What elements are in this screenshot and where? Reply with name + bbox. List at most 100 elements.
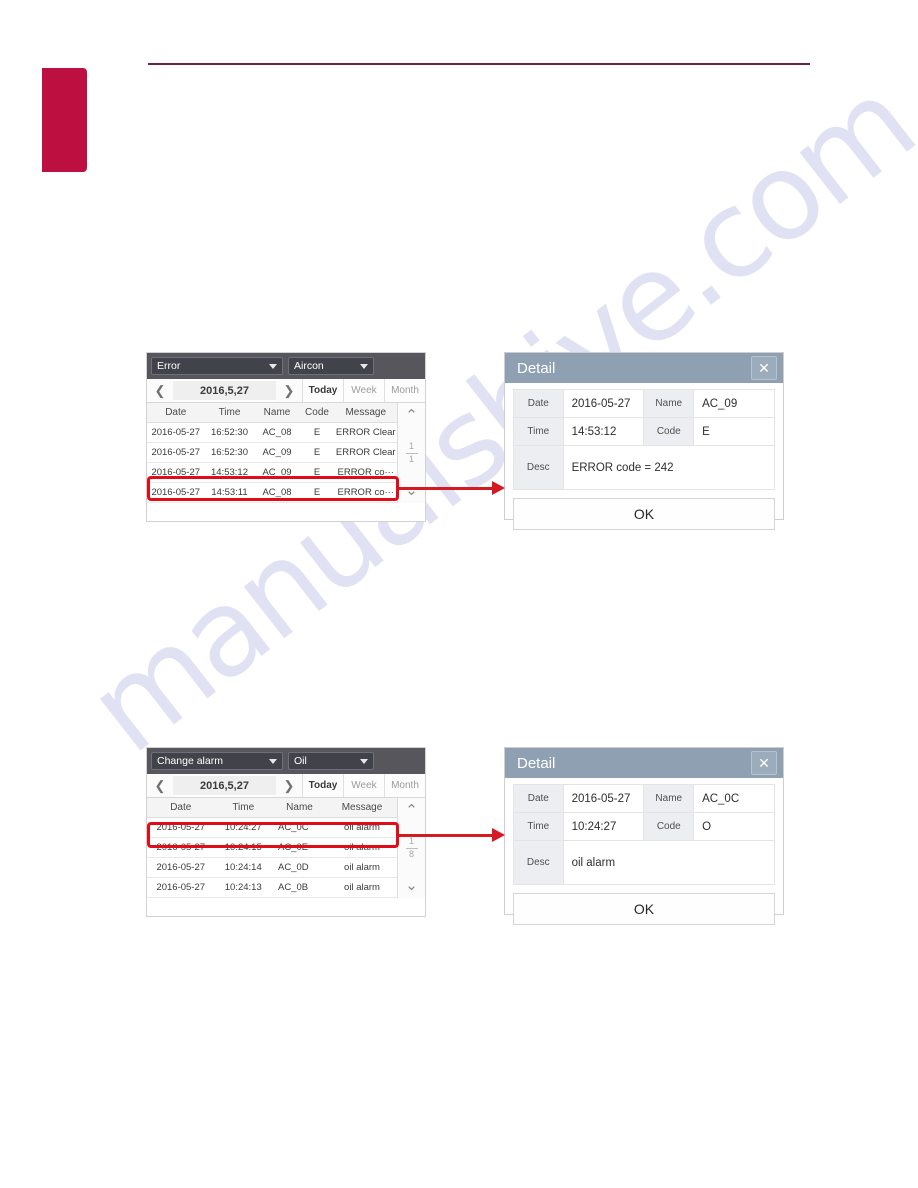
column-header-code: Code xyxy=(299,403,335,423)
cell-code: E xyxy=(299,442,335,463)
chevron-down-icon[interactable]: ⌄ xyxy=(405,481,418,500)
cell-name: AC_09 xyxy=(254,462,300,483)
column-header-time: Time xyxy=(204,403,255,423)
dropdown-log-type[interactable]: Change alarm xyxy=(151,752,283,770)
range-month-button[interactable]: Month xyxy=(384,774,425,797)
dialog-title: Detail xyxy=(517,754,556,772)
error-log-table: Date Time Name Code Message 2016-05-27 1… xyxy=(147,403,397,503)
cell-message: ERROR co··· xyxy=(334,482,397,503)
value-desc: ERROR code = 242 xyxy=(562,445,776,490)
current-date-label[interactable]: 2016,5,27 xyxy=(173,776,276,795)
cell-name: AC_0B xyxy=(272,877,327,898)
date-nav-bar: ❮ 2016,5,27 ❯ Today Week Month xyxy=(147,774,425,798)
column-header-message: Message xyxy=(327,798,397,818)
detail-row-time-code: Time 14:53:12 Code E xyxy=(513,417,775,446)
table-row[interactable]: 2016-05-27 16:52:30 AC_09 E ERROR Clear xyxy=(147,442,397,463)
cell-date: 2016-05-27 xyxy=(147,817,215,838)
label-time: Time xyxy=(513,417,564,446)
prev-date-button[interactable]: ❮ xyxy=(147,379,173,402)
cell-code: E xyxy=(299,422,335,443)
table-header-row: Date Time Name Code Message xyxy=(147,403,397,423)
cell-time: 10:24:13 xyxy=(214,877,272,898)
selector-bar: Change alarm Oil xyxy=(147,748,425,774)
value-desc: oil alarm xyxy=(562,840,776,885)
label-name: Name xyxy=(643,784,695,813)
page-side-tab xyxy=(42,68,87,172)
value-time: 10:24:27 xyxy=(562,812,645,841)
range-today-button[interactable]: Today xyxy=(302,774,343,797)
cell-name: AC_09 xyxy=(254,442,300,463)
cell-time: 16:52:30 xyxy=(204,422,255,443)
scroll-rail: ⌃ 1 8 ⌄ xyxy=(397,798,425,898)
dropdown-device-type[interactable]: Aircon xyxy=(288,357,374,375)
table-row[interactable]: 2016-05-27 10:24:15 AC_0E oil alarm xyxy=(147,837,397,858)
connector-arrowhead xyxy=(492,828,505,842)
page-total: 1 xyxy=(408,453,414,464)
cell-date: 2016-05-27 xyxy=(147,877,215,898)
detail-row-date-name: Date 2016-05-27 Name AC_0C xyxy=(513,784,775,813)
chevron-down-icon xyxy=(269,758,277,764)
selector-bar: Error Aircon xyxy=(147,353,425,379)
label-code: Code xyxy=(643,417,695,446)
range-today-button[interactable]: Today xyxy=(302,379,343,402)
table-row[interactable]: 2016-05-27 10:24:13 AC_0B oil alarm xyxy=(147,877,397,898)
range-week-button[interactable]: Week xyxy=(343,379,384,402)
close-icon[interactable]: ✕ xyxy=(751,356,777,380)
change-alarm-list-panel: Change alarm Oil ❮ 2016,5,27 ❯ Today Wee… xyxy=(146,747,426,917)
page-indicator: 1 1 xyxy=(405,441,418,464)
value-code: O xyxy=(693,812,775,841)
range-month-button[interactable]: Month xyxy=(384,379,425,402)
table-row[interactable]: 2016-05-27 14:53:11 AC_08 E ERROR co··· xyxy=(147,482,397,503)
dropdown-alarm-type-label: Oil xyxy=(294,755,307,767)
cell-message: oil alarm xyxy=(327,837,397,858)
cell-message: oil alarm xyxy=(327,817,397,838)
value-name: AC_09 xyxy=(693,389,775,418)
label-code: Code xyxy=(643,812,695,841)
value-date: 2016-05-27 xyxy=(562,389,645,418)
label-date: Date xyxy=(513,389,564,418)
table-row[interactable]: 2016-05-27 10:24:14 AC_0D oil alarm xyxy=(147,857,397,878)
value-time: 14:53:12 xyxy=(562,417,645,446)
error-list-panel: Error Aircon ❮ 2016,5,27 ❯ Today Week Mo… xyxy=(146,352,426,522)
table-row-selected[interactable]: 2016-05-27 10:24:27 AC_0C oil alarm xyxy=(147,817,397,838)
dialog-body: Date 2016-05-27 Name AC_09 Time 14:53:12… xyxy=(505,383,783,498)
dropdown-alarm-type[interactable]: Oil xyxy=(288,752,374,770)
dropdown-log-type-label: Change alarm xyxy=(157,755,223,767)
log-table-area: Date Time Name Message 2016-05-27 10:24:… xyxy=(147,798,425,898)
cell-message: oil alarm xyxy=(327,857,397,878)
detail-dialog-top: Detail ✕ Date 2016-05-27 Name AC_09 Time… xyxy=(504,352,784,530)
cell-date: 2016-05-27 xyxy=(147,482,205,503)
label-time: Time xyxy=(513,812,564,841)
detail-grid: Date 2016-05-27 Name AC_0C Time 10:24:27… xyxy=(513,784,776,885)
table-row-selected[interactable]: 2016-05-27 14:53:12 AC_09 E ERROR co··· xyxy=(147,462,397,483)
dialog-title-bar: Detail ✕ xyxy=(505,353,783,383)
chevron-up-icon[interactable]: ⌃ xyxy=(405,406,418,425)
cell-date: 2016-05-27 xyxy=(147,857,215,878)
ok-button[interactable]: OK xyxy=(513,893,775,925)
chevron-down-icon xyxy=(360,758,368,764)
next-date-button[interactable]: ❯ xyxy=(276,379,302,402)
dialog-body: Date 2016-05-27 Name AC_0C Time 10:24:27… xyxy=(505,778,783,893)
page-current: 1 xyxy=(408,441,414,452)
dropdown-log-type[interactable]: Error xyxy=(151,357,283,375)
dropdown-log-type-label: Error xyxy=(157,360,181,372)
range-week-button[interactable]: Week xyxy=(343,774,384,797)
cell-name: AC_08 xyxy=(254,482,300,503)
next-date-button[interactable]: ❯ xyxy=(276,774,302,797)
column-header-time: Time xyxy=(214,798,272,818)
value-date: 2016-05-27 xyxy=(562,784,645,813)
cell-message: ERROR co··· xyxy=(334,462,397,483)
table-row[interactable]: 2016-05-27 16:52:30 AC_08 E ERROR Clear xyxy=(147,422,397,443)
chevron-down-icon[interactable]: ⌄ xyxy=(405,876,418,895)
cell-code: E xyxy=(299,482,335,503)
cell-message: oil alarm xyxy=(327,877,397,898)
cell-name: AC_0E xyxy=(272,837,327,858)
ok-button[interactable]: OK xyxy=(513,498,775,530)
close-icon[interactable]: ✕ xyxy=(751,751,777,775)
prev-date-button[interactable]: ❮ xyxy=(147,774,173,797)
current-date-label[interactable]: 2016,5,27 xyxy=(173,381,276,400)
cell-date: 2016-05-27 xyxy=(147,462,205,483)
chevron-up-icon[interactable]: ⌃ xyxy=(405,801,418,820)
change-alarm-table: Date Time Name Message 2016-05-27 10:24:… xyxy=(147,798,397,898)
cell-time: 10:24:27 xyxy=(214,817,272,838)
